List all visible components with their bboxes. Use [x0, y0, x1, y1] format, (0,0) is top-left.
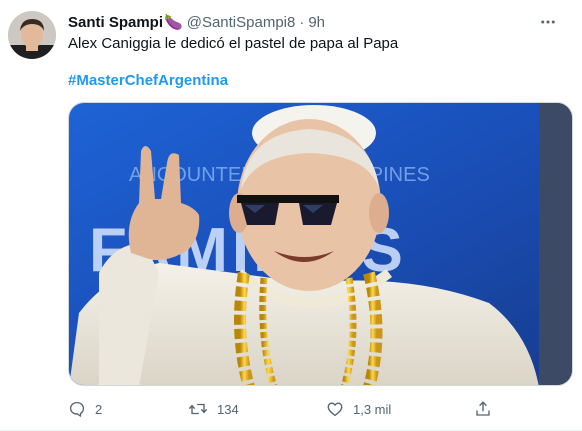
like-count: 1,3 mil [353, 401, 392, 417]
more-button[interactable] [536, 10, 560, 34]
like-button[interactable]: 1,3 mil [326, 398, 391, 420]
tweet-header: Santi Spampi 🍆 @SantiSpampi8 · 9h [68, 12, 325, 32]
tweet-media[interactable]: ANCOUNTER THE PHILIPPINES FAMILIES [68, 102, 573, 386]
more-icon [541, 20, 555, 24]
retweet-count: 134 [217, 401, 239, 417]
retweet-button[interactable]: 134 [188, 398, 239, 420]
author-name[interactable]: Santi Spampi [68, 14, 163, 31]
tweet: Santi Spampi 🍆 @SantiSpampi8 · 9h Alex C… [0, 0, 582, 431]
reply-button[interactable]: 2 [68, 398, 102, 420]
eggplant-emoji: 🍆 [164, 14, 183, 31]
avatar-image [8, 11, 56, 59]
share-button[interactable] [474, 398, 492, 420]
reply-count: 2 [95, 401, 103, 417]
author-handle[interactable]: @SantiSpampi8 [187, 14, 296, 31]
retweet-icon [188, 403, 208, 415]
avatar[interactable] [8, 11, 56, 59]
separator-dot: · [299, 13, 305, 31]
hashtag-link[interactable]: #MasterChefArgentina [68, 71, 228, 91]
reply-icon [69, 401, 85, 417]
tweet-actions: 2 134 1,3 mil [68, 398, 508, 420]
meme-image: ANCOUNTER THE PHILIPPINES FAMILIES [69, 103, 572, 385]
like-icon [327, 402, 343, 417]
tweet-text: Alex Caniggia le dedicó el pastel de pap… [68, 35, 399, 52]
tweet-timestamp[interactable]: 9h [308, 14, 325, 31]
share-icon [476, 401, 490, 416]
